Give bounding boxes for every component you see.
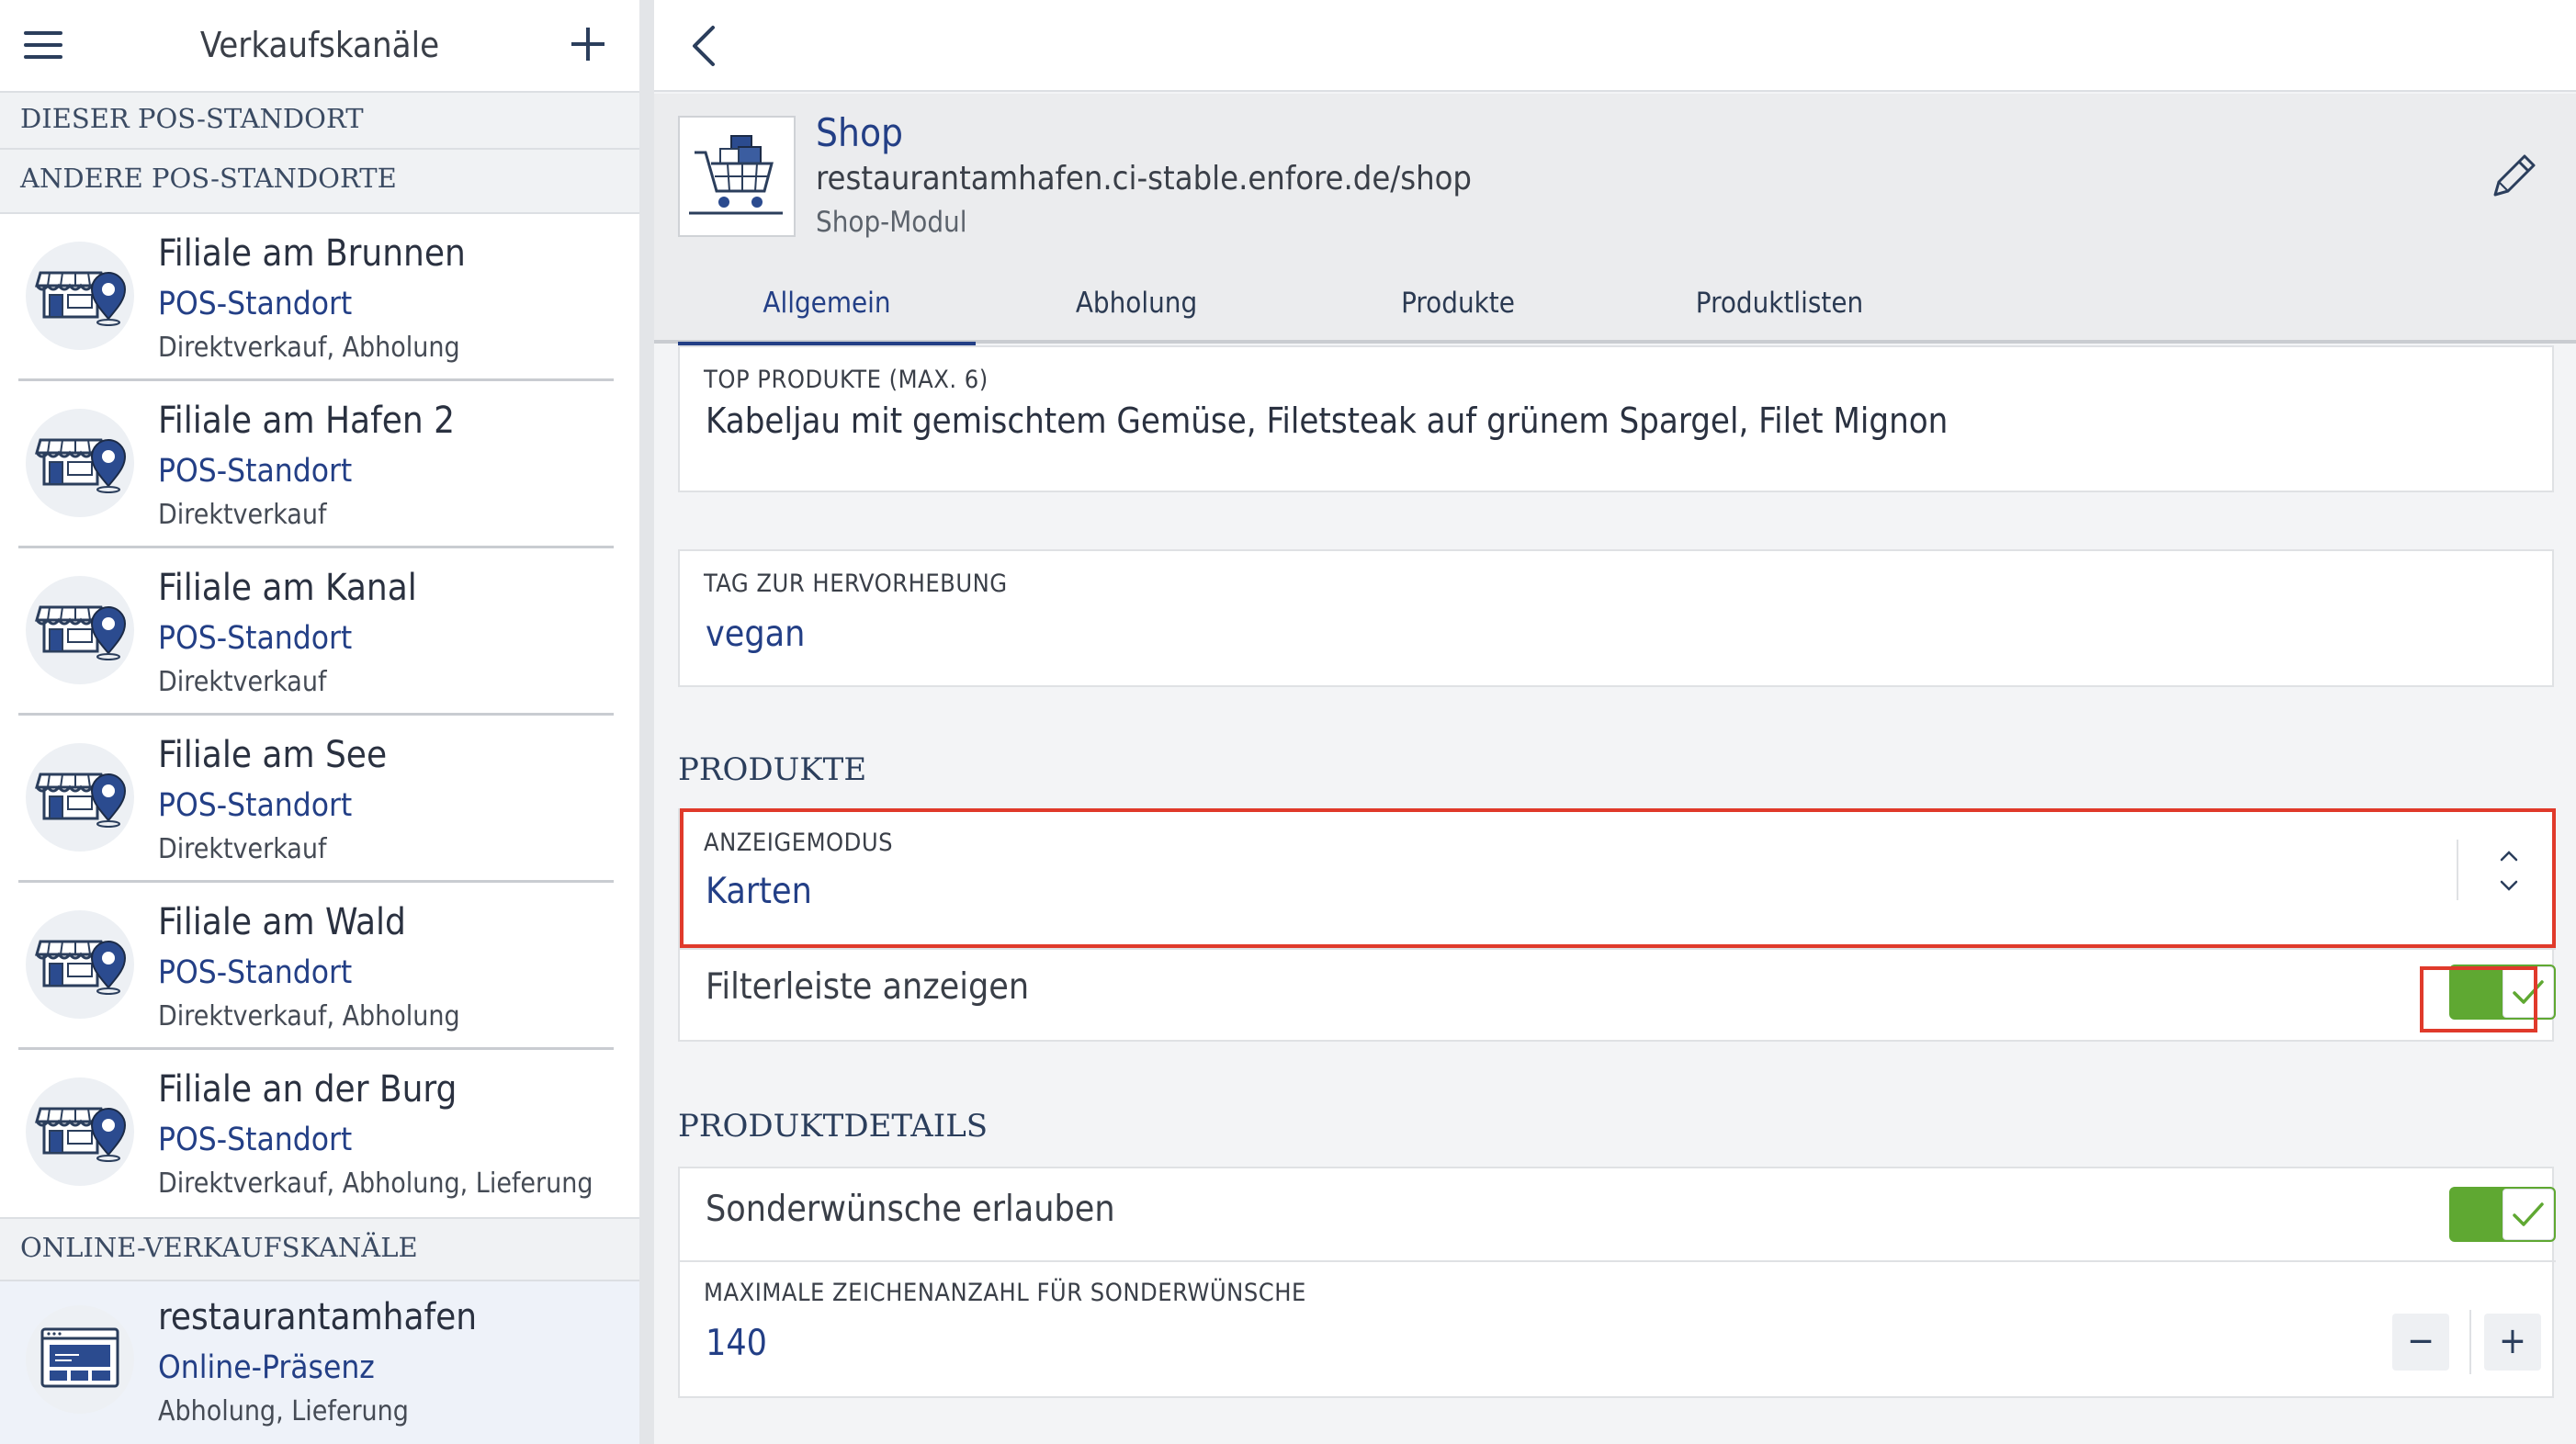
store-location-icon — [26, 242, 134, 350]
settings-content: TOP PRODUKTE (MAX. 6) Kabeljau mit gemis… — [654, 345, 2576, 1444]
item-type: POS-Standort — [158, 286, 353, 322]
item-type: Online-Präsenz — [158, 1349, 375, 1386]
highlight-tag-value: vegan — [706, 614, 806, 655]
item-type: POS-Standort — [158, 620, 353, 657]
store-location-icon — [26, 1077, 134, 1186]
increment-plus-icon[interactable]: + — [2484, 1314, 2541, 1371]
special-requests-label: Sonderwünsche erlauben — [706, 1189, 1115, 1230]
divider — [680, 1260, 2556, 1262]
stepper-divider — [2469, 1310, 2471, 1374]
field-label: TAG ZUR HERVORHEBUNG — [704, 570, 1008, 598]
item-subtitle: Direktverkauf — [158, 833, 327, 865]
section-title-produktdetails: PRODUKTDETAILS — [678, 1108, 989, 1145]
shopping-cart-icon — [678, 116, 796, 237]
section-header-label: DIESER POS-STANDORT — [20, 103, 364, 134]
store-location-icon — [26, 910, 134, 1019]
sidebar-header: Verkaufskanäle — [0, 0, 639, 93]
display-mode-highlight — [680, 808, 2556, 948]
shop-header: Shop restaurantamhafen.ci-stable.enfore.… — [654, 94, 2576, 263]
sidebar-separator — [639, 0, 654, 1444]
sidebar-item-filiale-am-hafen-2[interactable]: Filiale am Hafen 2 POS-Standort Direktve… — [0, 381, 639, 548]
item-type: POS-Standort — [158, 787, 353, 824]
field-label: MAXIMALE ZEICHENANZAHL FÜR SONDERWÜNSCHE — [704, 1279, 1306, 1307]
sidebar-item-filiale-am-wald[interactable]: Filiale am Wald POS-Standort Direktverka… — [0, 883, 639, 1050]
item-subtitle: Direktverkauf — [158, 666, 327, 698]
pencil-icon[interactable] — [2486, 149, 2541, 204]
sidebar-item-filiale-an-der-burg[interactable]: Filiale an der Burg POS-Standort Direktv… — [0, 1050, 639, 1217]
store-location-icon — [26, 743, 134, 852]
item-title: restaurantamhafen — [158, 1296, 478, 1338]
tab-abholung[interactable]: Abholung — [976, 263, 1297, 344]
max-chars-value[interactable]: 140 — [706, 1323, 767, 1364]
store-location-icon — [26, 576, 134, 684]
tab-produkte[interactable]: Produkte — [1297, 263, 1619, 344]
chevron-left-icon[interactable] — [682, 20, 728, 72]
checkmark-icon — [2503, 1189, 2554, 1240]
item-subtitle: Direktverkauf — [158, 499, 327, 531]
produktdetails-card: Sonderwünsche erlauben MAXIMALE ZEICHENA… — [678, 1167, 2556, 1398]
section-header-other-pos: ANDERE POS-STANDORTE — [0, 150, 639, 214]
filter-bar-label: Filterleiste anzeigen — [706, 966, 1030, 1008]
sidebar: Verkaufskanäle DIESER POS-STANDORT ANDER… — [0, 0, 639, 1444]
tab-bar: Allgemein Abholung Produkte Produktliste… — [654, 263, 2576, 347]
highlight-tag-field[interactable]: TAG ZUR HERVORHEBUNG vegan — [678, 549, 2554, 687]
sidebar-item-filiale-am-brunnen[interactable]: Filiale am Brunnen POS-Standort Direktve… — [0, 214, 639, 381]
top-products-value: Kabeljau mit gemischtem Gemüse, Filetste… — [706, 400, 1949, 441]
shop-module-type: Shop-Modul — [816, 206, 967, 239]
item-title: Filiale am Brunnen — [158, 232, 466, 275]
item-subtitle: Abholung, Lieferung — [158, 1395, 409, 1427]
top-bar — [654, 0, 2576, 92]
section-header-online: ONLINE-VERKAUFSKANÄLE — [0, 1217, 639, 1281]
section-header-label: ONLINE-VERKAUFSKANÄLE — [20, 1232, 418, 1263]
item-type: POS-Standort — [158, 453, 353, 490]
divider — [680, 948, 2556, 950]
store-location-icon — [26, 409, 134, 517]
item-title: Filiale an der Burg — [158, 1068, 458, 1111]
browser-window-icon — [26, 1305, 134, 1414]
add-channel-plus-icon[interactable] — [568, 24, 608, 64]
special-requests-toggle[interactable] — [2449, 1187, 2556, 1242]
item-subtitle: Direktverkauf, Abholung — [158, 332, 460, 364]
field-label: TOP PRODUKTE (MAX. 6) — [704, 366, 989, 394]
filter-toggle-highlight — [2420, 966, 2537, 1032]
tab-allgemein[interactable]: Allgemein — [678, 263, 976, 347]
detail-pane: Shop restaurantamhafen.ci-stable.enfore.… — [654, 0, 2576, 1444]
shop-url: restaurantamhafen.ci-stable.enfore.de/sh… — [816, 160, 1472, 197]
item-type: POS-Standort — [158, 1122, 353, 1158]
sidebar-item-filiale-am-see[interactable]: Filiale am See POS-Standort Direktverkau… — [0, 716, 639, 883]
section-header-label: ANDERE POS-STANDORTE — [20, 163, 397, 194]
item-title: Filiale am Wald — [158, 901, 406, 943]
item-subtitle: Direktverkauf, Abholung, Lieferung — [158, 1168, 593, 1200]
tab-produktlisten[interactable]: Produktlisten — [1619, 263, 1940, 344]
decrement-minus-icon[interactable]: − — [2392, 1314, 2449, 1371]
shop-name: Shop — [816, 110, 904, 155]
item-title: Filiale am Hafen 2 — [158, 400, 456, 442]
top-products-field[interactable]: TOP PRODUKTE (MAX. 6) Kabeljau mit gemis… — [678, 345, 2554, 492]
section-header-this-pos: DIESER POS-STANDORT — [0, 93, 639, 150]
item-subtitle: Direktverkauf, Abholung — [158, 1000, 460, 1032]
sidebar-item-filiale-am-kanal[interactable]: Filiale am Kanal POS-Standort Direktverk… — [0, 548, 639, 716]
item-title: Filiale am Kanal — [158, 567, 417, 609]
item-title: Filiale am See — [158, 734, 388, 776]
sidebar-title: Verkaufskanäle — [199, 25, 440, 65]
item-type: POS-Standort — [158, 954, 353, 991]
section-title-produkte: PRODUKTE — [678, 751, 867, 788]
sidebar-item-restaurantamhafen[interactable]: restaurantamhafen Online-Präsenz Abholun… — [0, 1281, 639, 1444]
